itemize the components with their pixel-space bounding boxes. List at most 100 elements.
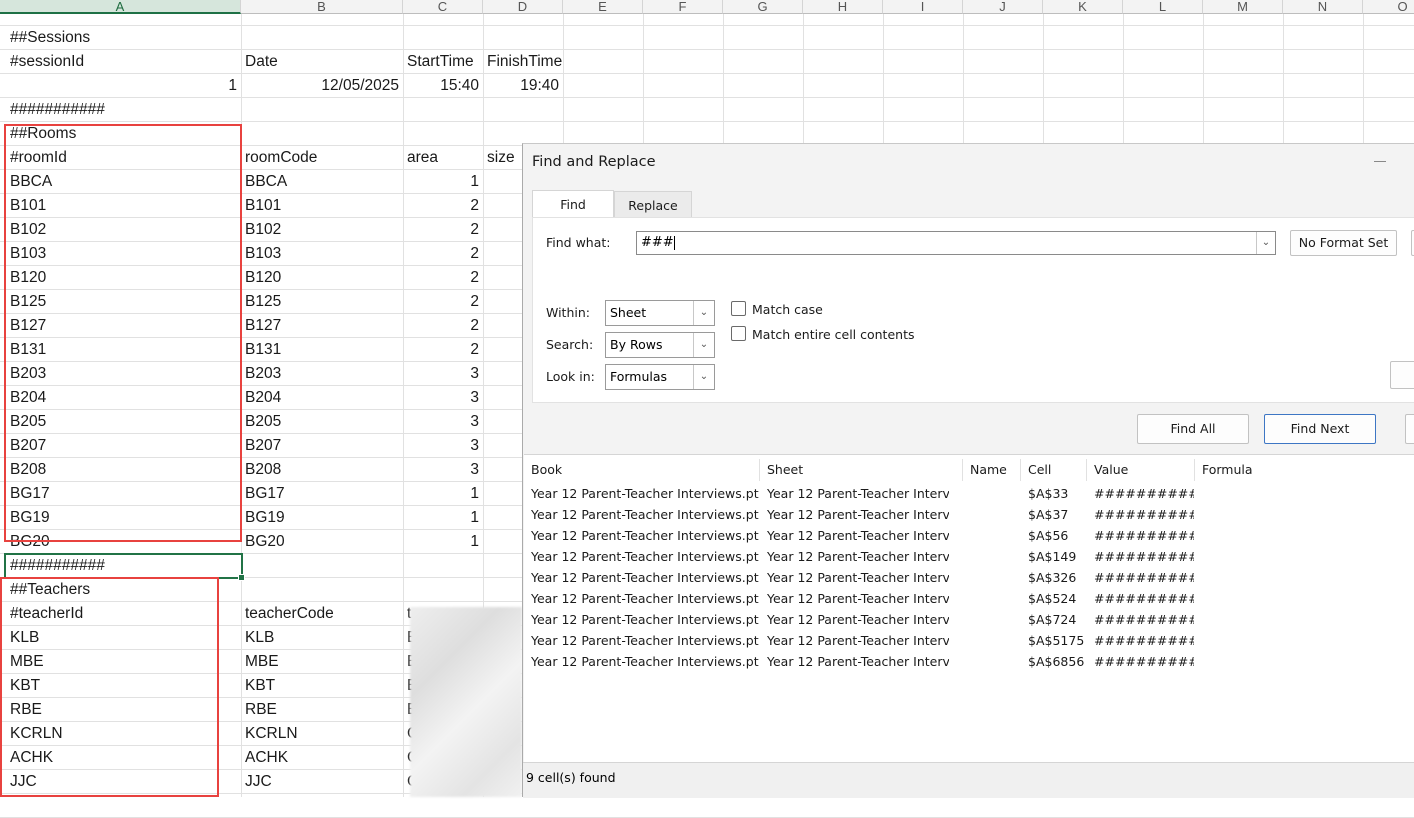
cell-a-25[interactable]: #teacherId — [6, 602, 241, 626]
match-case-checkbox[interactable] — [731, 301, 746, 316]
cell-c-14[interactable]: 2 — [403, 338, 483, 362]
col-header-book[interactable]: Book — [524, 459, 760, 481]
cell-b-10[interactable]: B103 — [241, 242, 403, 266]
column-header-a[interactable]: A — [0, 0, 241, 14]
cell-b-28[interactable]: KBT — [241, 674, 403, 698]
cell-c-7[interactable]: 1 — [403, 170, 483, 194]
cell-b-7[interactable]: BBCA — [241, 170, 403, 194]
cell-b-3[interactable]: 12/05/2025 — [241, 74, 403, 98]
search-select[interactable]: By Rows ⌄ — [605, 332, 715, 358]
cell-a-1[interactable]: ##Sessions — [6, 26, 241, 50]
cell-b-12[interactable]: B125 — [241, 290, 403, 314]
col-header-sheet[interactable]: Sheet — [760, 459, 963, 481]
cell-c-3[interactable]: 15:40 — [403, 74, 483, 98]
cell-d-3[interactable]: 19:40 — [483, 74, 563, 98]
cell-b-25[interactable]: teacherCode — [241, 602, 403, 626]
cell-c-16[interactable]: 3 — [403, 386, 483, 410]
column-header-e[interactable]: E — [563, 0, 643, 14]
minimize-icon[interactable] — [1374, 161, 1386, 162]
cell-a-partial[interactable] — [6, 2, 14, 14]
column-header-i[interactable]: I — [883, 0, 963, 14]
cell-b-20[interactable]: BG17 — [241, 482, 403, 506]
column-header-d[interactable]: D — [483, 0, 563, 14]
find-all-button[interactable]: Find All — [1137, 414, 1249, 444]
column-header-j[interactable]: J — [963, 0, 1043, 14]
result-row[interactable]: Year 12 Parent-Teacher Interviews.ptn Yea… — [524, 546, 1414, 567]
column-header-k[interactable]: K — [1043, 0, 1123, 14]
column-header-b[interactable]: B — [241, 0, 403, 14]
cell-a-3[interactable]: 1 — [6, 74, 241, 98]
cell-a-20[interactable]: BG17 — [6, 482, 241, 506]
results-list[interactable]: Book Sheet Name Cell Value Formula Year … — [524, 454, 1414, 765]
cell-a-17[interactable]: B205 — [6, 410, 241, 434]
cell-a-18[interactable]: B207 — [6, 434, 241, 458]
cell-c-10[interactable]: 2 — [403, 242, 483, 266]
cell-a-10[interactable]: B103 — [6, 242, 241, 266]
cell-c-15[interactable]: 3 — [403, 362, 483, 386]
cell-a-14[interactable]: B131 — [6, 338, 241, 362]
cell-c-8[interactable]: 2 — [403, 194, 483, 218]
tab-replace[interactable]: Replace — [614, 191, 692, 219]
cell-b-9[interactable]: B102 — [241, 218, 403, 242]
cell-b-30[interactable]: KCRLN — [241, 722, 403, 746]
cell-c-21[interactable]: 1 — [403, 506, 483, 530]
col-header-formula[interactable]: Formula — [1195, 459, 1414, 481]
column-header-c[interactable]: C — [403, 0, 483, 14]
cell-b-22[interactable]: BG20 — [241, 530, 403, 554]
cell-c-11[interactable]: 2 — [403, 266, 483, 290]
within-select[interactable]: Sheet ⌄ — [605, 300, 715, 326]
column-header-f[interactable]: F — [643, 0, 723, 14]
cell-c-18[interactable]: 3 — [403, 434, 483, 458]
cell-b-26[interactable]: KLB — [241, 626, 403, 650]
column-header-l[interactable]: L — [1123, 0, 1203, 14]
column-header-g[interactable]: G — [723, 0, 803, 14]
cell-b-13[interactable]: B127 — [241, 314, 403, 338]
options-button[interactable] — [1390, 361, 1414, 389]
cell-c-13[interactable]: 2 — [403, 314, 483, 338]
cell-b-15[interactable]: B203 — [241, 362, 403, 386]
col-header-value[interactable]: Value — [1087, 459, 1195, 481]
cell-b-19[interactable]: B208 — [241, 458, 403, 482]
cell-a-15[interactable]: B203 — [6, 362, 241, 386]
chevron-down-icon[interactable]: ⌄ — [1256, 232, 1275, 254]
column-header-h[interactable]: H — [803, 0, 883, 14]
cell-a-9[interactable]: B102 — [6, 218, 241, 242]
col-header-name[interactable]: Name — [963, 459, 1021, 481]
cell-b-21[interactable]: BG19 — [241, 506, 403, 530]
cell-c-19[interactable]: 3 — [403, 458, 483, 482]
result-row[interactable]: Year 12 Parent-Teacher Interviews.ptn Yea… — [524, 483, 1414, 504]
cell-b-17[interactable]: B205 — [241, 410, 403, 434]
column-header-o[interactable]: O — [1363, 0, 1414, 14]
active-cell[interactable] — [4, 553, 243, 579]
cell-b-14[interactable]: B131 — [241, 338, 403, 362]
cell-a-2[interactable]: #sessionId — [6, 50, 241, 74]
cell-a-16[interactable]: B204 — [6, 386, 241, 410]
cell-b-18[interactable]: B207 — [241, 434, 403, 458]
cell-d-2[interactable]: FinishTime — [483, 50, 563, 74]
no-format-set-button[interactable]: No Format Set — [1290, 230, 1397, 256]
cell-a-24[interactable]: ##Teachers — [6, 578, 241, 602]
cell-c-22[interactable]: 1 — [403, 530, 483, 554]
find-what-input[interactable]: ### ⌄ — [636, 231, 1276, 255]
cell-c-12[interactable]: 2 — [403, 290, 483, 314]
cell-c-6[interactable]: area — [403, 146, 483, 170]
cell-c-2[interactable]: StartTime — [403, 50, 483, 74]
cell-a-28[interactable]: KBT — [6, 674, 241, 698]
cell-a-26[interactable]: KLB — [6, 626, 241, 650]
cell-a-19[interactable]: B208 — [6, 458, 241, 482]
cell-a-4[interactable]: ########### — [6, 98, 241, 122]
result-row[interactable]: Year 12 Parent-Teacher Interviews.ptn Yea… — [524, 504, 1414, 525]
cell-b-11[interactable]: B120 — [241, 266, 403, 290]
cell-b-31[interactable]: ACHK — [241, 746, 403, 770]
cell-a-8[interactable]: B101 — [6, 194, 241, 218]
find-next-button[interactable]: Find Next — [1264, 414, 1376, 444]
cell-c-20[interactable]: 1 — [403, 482, 483, 506]
cell-a-31[interactable]: ACHK — [6, 746, 241, 770]
match-entire-checkbox[interactable] — [731, 326, 746, 341]
result-row[interactable]: Year 12 Parent-Teacher Interviews.ptn Yea… — [524, 588, 1414, 609]
cell-b-2[interactable]: Date — [241, 50, 403, 74]
cell-a-32[interactable]: JJC — [6, 770, 241, 794]
fill-handle[interactable] — [238, 574, 245, 581]
cell-b-16[interactable]: B204 — [241, 386, 403, 410]
cell-a-5[interactable]: ##Rooms — [6, 122, 241, 146]
